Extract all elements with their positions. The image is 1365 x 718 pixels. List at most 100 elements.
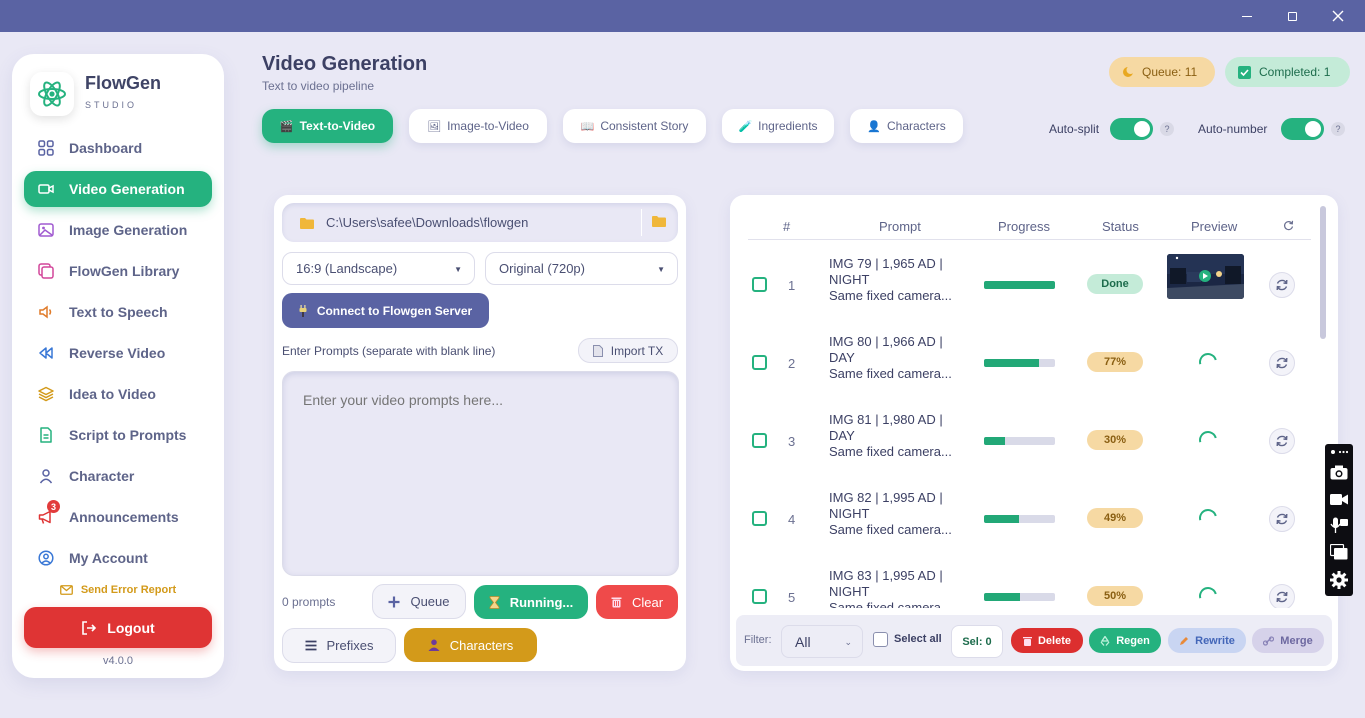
refresh-icon [1276,513,1288,525]
prompts-textarea[interactable] [282,371,679,576]
screenshot-button[interactable] [1330,464,1348,480]
characters-button-label: Characters [449,637,514,653]
tab-text-to-video[interactable]: 🎬 Text-to-Video [262,109,393,143]
atom-logo-icon [38,81,66,107]
row-regenerate-button[interactable] [1269,272,1295,298]
sidebar-item-script-to-prompts[interactable]: Script to Prompts [24,417,212,453]
sidebar-item-label: Image Generation [69,222,188,238]
auto-number-toggle[interactable] [1281,118,1324,140]
connect-server-button[interactable]: Connect to Flowgen Server [282,293,489,328]
merge-button[interactable]: Merge [1252,628,1324,653]
table-scrollbar[interactable] [1320,206,1326,339]
voice-button[interactable] [1330,517,1348,533]
row-prompt: IMG 82 | 1,995 AD | NIGHT Same fixed cam… [829,490,964,538]
sidebar-item-idea-to-video[interactable]: Idea to Video [24,376,212,412]
picture-icon: 🖼 [427,120,442,133]
prompts-label: Enter Prompts (separate with blank line) [282,344,496,358]
auto-split-toggle[interactable] [1110,118,1153,140]
row-regenerate-button[interactable] [1269,584,1295,608]
row-checkbox[interactable] [752,511,767,526]
minimize-button[interactable] [1238,8,1256,24]
progress-fill [984,281,1055,289]
clear-button[interactable]: Clear [596,585,678,619]
queue-footer: Filter: All ⌄ Select all Sel: 0 Delete R… [736,615,1332,666]
import-tx-button[interactable]: Import TX [578,338,678,363]
maximize-button[interactable] [1283,8,1301,24]
auto-split-label: Auto-split [1049,122,1100,136]
loading-spinner-icon [1195,349,1221,375]
row-number: 2 [788,356,796,371]
sidebar-item-character[interactable]: Character [24,458,212,494]
toolbar-more-button[interactable] [1330,447,1348,457]
row-progress-bar [984,515,1055,523]
maximize-icon [1287,11,1297,21]
sidebar-item-video-generation[interactable]: Video Generation [24,171,212,207]
refresh-all-button[interactable] [1283,219,1294,234]
chevron-down-icon: ▼ [454,265,462,274]
grid-icon [38,140,54,156]
close-button[interactable] [1329,8,1347,24]
person-icon [428,639,440,651]
queue-button[interactable]: Queue [372,584,466,619]
settings-button[interactable] [1330,571,1348,589]
close-icon [1332,10,1344,22]
video-thumbnail[interactable] [1167,254,1244,299]
loading-spinner-icon [1195,427,1221,453]
status-badge: 30% [1087,430,1143,450]
error-report-label: Send Error Report [80,584,177,596]
hourglass-icon [489,595,500,609]
row-checkbox[interactable] [752,589,767,604]
sidebar-item-text-to-speech[interactable]: Text to Speech [24,294,212,330]
sidebar-item-label: FlowGen Library [69,263,180,279]
sidebar-item-label: My Account [69,550,148,566]
row-regenerate-button[interactable] [1269,428,1295,454]
prefixes-button[interactable]: Prefixes [282,628,396,663]
more-dots-icon [1331,450,1348,454]
sidebar-item-label: Video Generation [69,181,185,197]
regen-button[interactable]: Regen [1089,628,1161,653]
queue-button-label: Queue [410,594,450,609]
sidebar-item-flowgen-library[interactable]: FlowGen Library [24,253,212,289]
tab-consistent-story[interactable]: 📖 Consistent Story [563,109,706,143]
auto-number-help-icon[interactable]: ? [1331,122,1345,136]
auto-split-help-icon[interactable]: ? [1160,122,1174,136]
row-prompt-line-3: Same fixed camera... [829,366,952,381]
progress-fill [984,593,1020,601]
row-prompt-line-3: Same fixed camera... [829,444,952,459]
table-row: 1 IMG 79 | 1,965 AD | NIGHT Same fixed c… [730,240,1320,318]
progress-fill [984,437,1006,445]
table-row: 4 IMG 82 | 1,995 AD | NIGHT Same fixed c… [730,474,1320,552]
browse-folder-button[interactable] [652,215,666,230]
tab-ingredients[interactable]: 🧪 Ingredients [722,109,834,143]
row-regenerate-button[interactable] [1269,506,1295,532]
sidebar-item-my-account[interactable]: My Account [24,540,212,576]
row-checkbox[interactable] [752,355,767,370]
row-checkbox[interactable] [752,433,767,448]
row-prompt: IMG 81 | 1,980 AD | DAY Same fixed camer… [829,412,964,460]
sidebar-item-reverse-video[interactable]: Reverse Video [24,335,212,371]
delete-button[interactable]: Delete [1011,628,1083,653]
tab-image-to-video[interactable]: 🖼 Image-to-Video [409,109,547,143]
logout-button[interactable]: Logout [24,607,212,648]
row-progress-bar [984,593,1055,601]
prompt-input-panel: C:\Users\safee\Downloads\flowgen 16:9 (L… [274,195,686,671]
characters-button[interactable]: Characters [404,628,537,662]
aspect-ratio-select[interactable]: 16:9 (Landscape) ▼ [282,252,475,285]
quality-select[interactable]: Original (720p) ▼ [485,252,678,285]
record-video-button[interactable] [1330,491,1348,507]
row-prompt: IMG 80 | 1,966 AD | DAY Same fixed camer… [829,334,964,382]
window-capture-button[interactable] [1330,544,1348,560]
row-checkbox[interactable] [752,277,767,292]
rewrite-button[interactable]: Rewrite [1168,628,1246,653]
select-all-checkbox[interactable] [873,632,888,647]
sidebar-item-dashboard[interactable]: Dashboard [24,130,212,166]
sidebar-item-image-generation[interactable]: Image Generation [24,212,212,248]
output-folder-field[interactable]: C:\Users\safee\Downloads\flowgen [282,203,678,242]
send-error-report-link[interactable]: Send Error Report [12,584,224,596]
running-button[interactable]: Running... [474,585,588,619]
row-regenerate-button[interactable] [1269,350,1295,376]
filter-select[interactable]: All ⌄ [781,625,863,658]
tab-characters[interactable]: 👤 Characters [850,109,963,143]
sidebar-item-announcements[interactable]: 3 Announcements [24,499,212,535]
speaker-icon [38,304,54,320]
